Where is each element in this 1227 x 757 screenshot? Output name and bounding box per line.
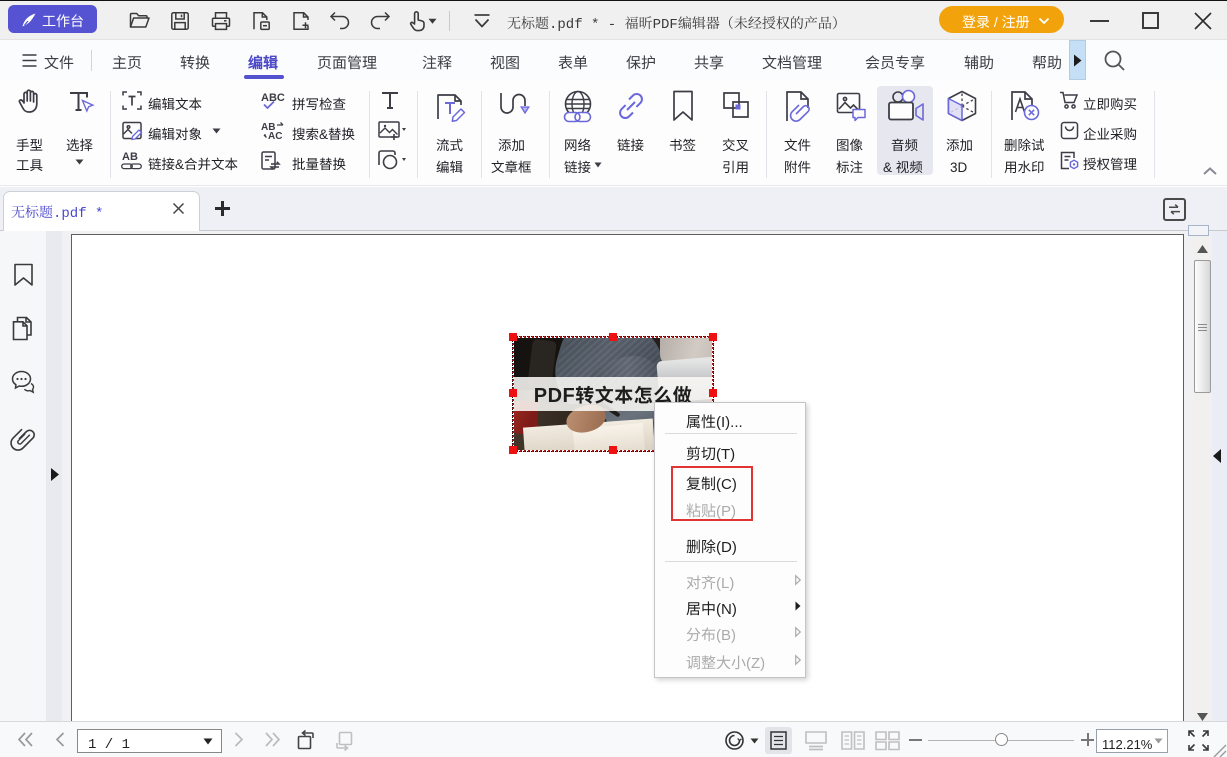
- svg-text:AC: AC: [268, 131, 282, 142]
- svg-text:AB: AB: [122, 151, 138, 163]
